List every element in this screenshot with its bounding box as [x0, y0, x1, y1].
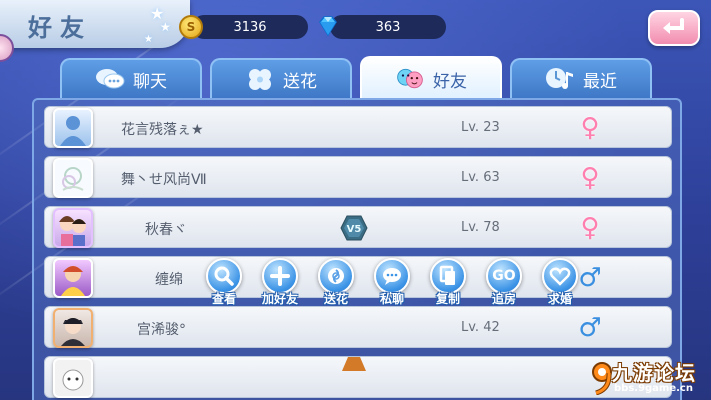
avatar-bunny — [53, 358, 93, 398]
coin-amount: 3136 — [233, 19, 267, 35]
friend-name: 花言残落ぇ★ — [121, 122, 204, 138]
plus-icon — [262, 258, 298, 294]
star-icon: ★ — [160, 20, 171, 34]
nine-game-logo-icon — [592, 362, 612, 395]
vip-badge-icon — [342, 357, 366, 371]
tab-send-flower-label: 送花 — [283, 71, 317, 92]
coin-counter: 3136 — [192, 15, 308, 39]
go-icon-text: GO — [492, 268, 516, 284]
copy-icon — [430, 258, 466, 294]
friend-row[interactable]: 秋春ヾ V5 Lv. 78 ♀ — [44, 206, 672, 248]
friend-row[interactable]: 宫浠骏° Lv. 42 ♂ — [44, 306, 672, 348]
friend-name: 宫浠骏° — [137, 322, 186, 338]
view-profile-label: 查看 — [211, 292, 236, 306]
send-flower-button[interactable]: 送花 — [310, 258, 362, 308]
friend-row[interactable]: 舞丶せ风尚Ⅶ Lv. 63 ♀ — [44, 156, 672, 198]
gem-counter: 363 — [330, 15, 446, 39]
go-icon: GO — [486, 258, 522, 294]
add-friend-label: 加好友 — [261, 292, 298, 306]
watermark-url: bbs.9game.cn — [614, 383, 693, 394]
friend-level: Lv. 23 — [461, 120, 500, 135]
female-icon: ♀ — [580, 163, 600, 193]
female-icon: ♀ — [580, 113, 600, 143]
add-friend-button[interactable]: 加好友 — [254, 258, 306, 308]
female-icon: ♀ — [580, 213, 600, 243]
avatar-flower-sketch — [53, 158, 93, 198]
copy-label: 复制 — [435, 292, 460, 306]
male-icon: ♂ — [578, 313, 602, 343]
watermark-title: 九游论坛 — [612, 361, 696, 385]
svg-text:V5: V5 — [347, 224, 362, 235]
tab-send-flower[interactable]: 送花 — [210, 58, 352, 98]
vip-badge-icon: V5 — [340, 215, 368, 241]
clover-flower-icon — [245, 66, 275, 92]
gem-amount: 363 — [375, 19, 401, 35]
avatar-couple — [53, 208, 93, 248]
tab-friends[interactable]: 好友 — [360, 56, 502, 100]
heart-ring-icon — [542, 258, 578, 294]
tab-recent[interactable]: 最近 — [510, 58, 652, 98]
friend-name: 秋春ヾ — [145, 222, 187, 238]
return-arrow-icon — [663, 18, 684, 34]
view-profile-button[interactable]: 查看 — [198, 258, 250, 308]
watermark: 九游论坛 bbs.9game.cn — [590, 357, 708, 399]
friend-name: 舞丶せ风尚Ⅶ — [121, 172, 207, 188]
send-flower-label: 送花 — [323, 292, 348, 306]
friend-row[interactable] — [44, 356, 672, 398]
private-chat-button[interactable]: 私聊 — [366, 258, 418, 308]
friend-level: Lv. 63 — [461, 170, 500, 185]
speech-bubble-icon — [374, 258, 410, 294]
avatar-default — [53, 108, 93, 148]
star-icon: ★ — [144, 34, 153, 45]
back-button[interactable] — [648, 10, 700, 46]
coin-icon: S — [179, 15, 203, 39]
avatar-dark-hair — [53, 308, 93, 348]
friend-list[interactable]: 花言残落ぇ★ Lv. 23 ♀ 舞丶せ风尚Ⅶ Lv. 63 ♀ 秋春ヾ V5 L… — [32, 98, 682, 400]
rose-icon — [318, 258, 354, 294]
avatar-purple-character — [53, 258, 93, 298]
friends-faces-icon — [395, 66, 425, 92]
tab-recent-label: 最近 — [583, 71, 617, 92]
follow-room-button[interactable]: GO 追房 — [478, 258, 530, 308]
chat-bubbles-icon — [95, 66, 125, 92]
follow-room-label: 追房 — [491, 292, 516, 306]
friend-name: 缠绵 — [155, 272, 183, 288]
friend-level: Lv. 78 — [461, 220, 500, 235]
tab-friends-label: 好友 — [433, 71, 467, 92]
magnifier-icon — [206, 258, 242, 294]
propose-button[interactable]: 求婚 — [534, 258, 586, 308]
friend-level: Lv. 42 — [461, 320, 500, 335]
copy-button[interactable]: 复制 — [422, 258, 474, 308]
tab-chat-label: 聊天 — [133, 71, 167, 92]
page-title: 好友 — [28, 14, 92, 42]
diamond-icon — [319, 16, 337, 37]
private-chat-label: 私聊 — [379, 292, 404, 306]
clock-music-icon — [545, 66, 575, 92]
friend-row[interactable]: 花言残落ぇ★ Lv. 23 ♀ — [44, 106, 672, 148]
tab-chat[interactable]: 聊天 — [60, 58, 202, 98]
propose-label: 求婚 — [547, 292, 572, 306]
